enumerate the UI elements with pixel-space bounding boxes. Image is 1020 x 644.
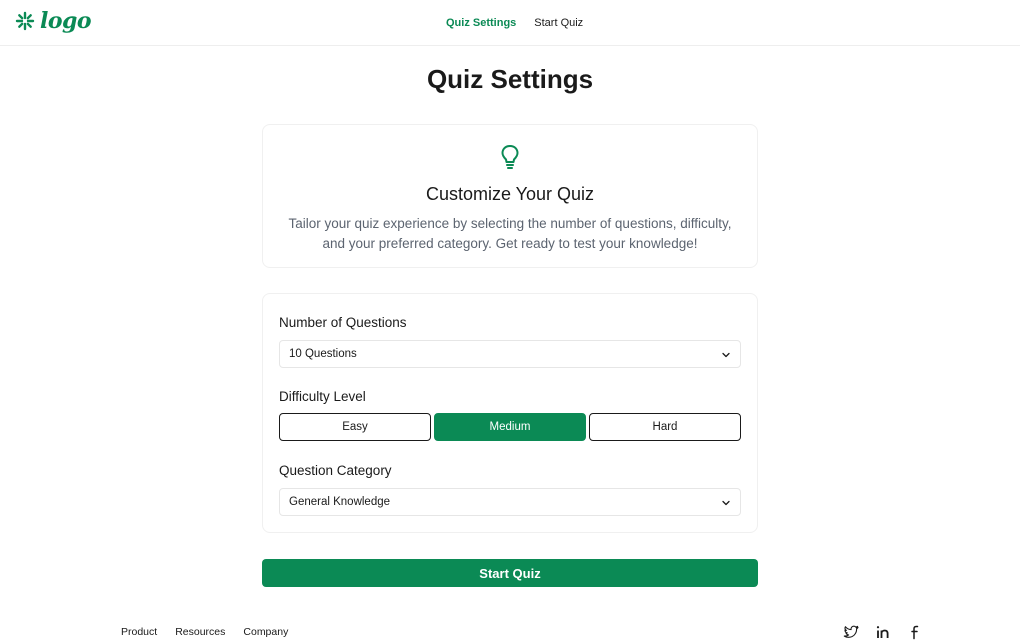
logo-asterisk-icon: [15, 11, 35, 31]
footer-link-company[interactable]: Company: [243, 626, 288, 638]
difficulty-label: Difficulty Level: [279, 389, 366, 404]
main-nav: Quiz Settings Start Quiz: [446, 17, 583, 29]
start-quiz-button[interactable]: Start Quiz: [262, 559, 758, 587]
lightbulb-icon: [501, 145, 519, 169]
twitter-icon[interactable]: [843, 624, 859, 640]
intro-title: Customize Your Quiz: [425, 184, 595, 204]
nav-quiz-settings[interactable]: Quiz Settings: [446, 17, 516, 29]
page-title: Quiz Settings: [426, 64, 594, 94]
logo-text: logo: [40, 8, 92, 34]
difficulty-easy-button[interactable]: Easy: [279, 413, 431, 441]
settings-form-card: Number of Questions 10 Questions Difficu…: [262, 293, 758, 533]
questions-label: Number of Questions: [279, 315, 407, 330]
intro-card: Customize Your Quiz Tailor your quiz exp…: [262, 124, 758, 268]
difficulty-medium-button[interactable]: Medium: [434, 413, 586, 441]
top-nav-bar: logo Quiz Settings Start Quiz: [0, 0, 1020, 46]
chevron-down-icon: [722, 352, 730, 358]
difficulty-hard-button[interactable]: Hard: [589, 413, 741, 441]
questions-select[interactable]: 10 Questions: [279, 340, 741, 368]
footer-links: Product Resources Company: [121, 626, 288, 638]
footer-link-resources[interactable]: Resources: [175, 626, 225, 638]
facebook-icon[interactable]: [907, 624, 923, 640]
social-links: [843, 624, 923, 640]
chevron-down-icon: [722, 500, 730, 506]
questions-select-value: 10 Questions: [289, 348, 357, 360]
linkedin-icon[interactable]: [875, 624, 891, 640]
logo[interactable]: logo: [14, 8, 92, 34]
footer-link-product[interactable]: Product: [121, 626, 157, 638]
nav-start-quiz[interactable]: Start Quiz: [534, 17, 583, 29]
category-select-value: General Knowledge: [289, 496, 391, 508]
intro-description: Tailor your quiz experience by selecting…: [288, 216, 732, 251]
category-select[interactable]: General Knowledge: [279, 488, 741, 516]
category-label: Question Category: [279, 463, 392, 478]
difficulty-toggle-group: Easy Medium Hard: [279, 413, 741, 441]
